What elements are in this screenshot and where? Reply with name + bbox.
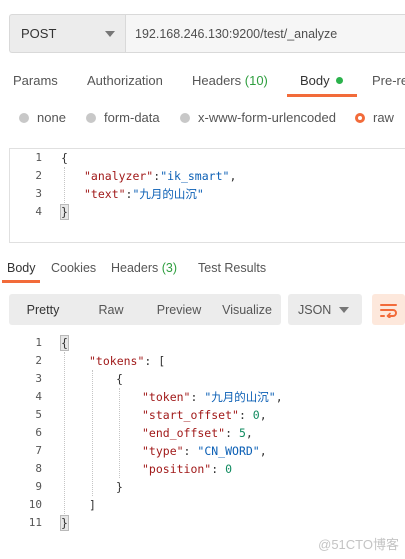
indent-guide	[92, 370, 93, 496]
chevron-down-icon	[105, 30, 115, 37]
tab-headers-count: (10)	[244, 73, 268, 88]
code-tokens-line: "tokens": [	[89, 354, 166, 368]
code-key: "tokens"	[89, 354, 145, 368]
code-string: "ik_smart"	[160, 169, 230, 183]
code-position-line: "position": 0	[142, 462, 233, 476]
watermark: @51CTO博客	[318, 537, 399, 552]
code-key: "analyzer"	[84, 169, 154, 183]
indent-guide	[64, 352, 65, 514]
code-number: 5	[238, 426, 246, 440]
code-object-close: }	[116, 480, 123, 494]
code-start-offset-line: "start_offset": 0,	[142, 408, 267, 422]
view-visualize-button[interactable]: Visualize	[213, 303, 281, 317]
line-number: 1	[35, 336, 42, 349]
wrap-lines-button[interactable]	[372, 294, 405, 325]
line-number: 1	[35, 151, 42, 164]
code-key: "position"	[142, 462, 212, 476]
line-number: 8	[35, 462, 42, 475]
view-pretty-button[interactable]: Pretty	[9, 303, 77, 317]
tab-params[interactable]: Params	[13, 73, 58, 88]
method-select[interactable]: POST	[9, 14, 125, 53]
radio-urlencoded[interactable]: x-www-form-urlencoded	[180, 110, 336, 125]
chevron-down-icon	[339, 306, 349, 313]
line-number: 9	[35, 480, 42, 493]
url-input[interactable]: 192.168.246.130:9200/test/_analyze	[125, 14, 405, 53]
code-array-open: [	[158, 354, 166, 368]
code-number: 0	[225, 462, 233, 476]
tab-body[interactable]: Body	[300, 73, 343, 88]
radio-none[interactable]: none	[19, 110, 66, 125]
format-select-label: JSON	[298, 302, 332, 317]
response-tab-body[interactable]: Body	[7, 261, 36, 275]
response-tab-cookies[interactable]: Cookies	[51, 261, 96, 275]
line-number: 4	[35, 205, 42, 218]
code-string: "九月的山沉"	[204, 390, 276, 404]
matched-bracket: }	[60, 515, 69, 531]
code-token-line: "token": "九月的山沉",	[142, 390, 283, 404]
tab-body-label: Body	[300, 73, 330, 88]
format-select[interactable]: JSON	[288, 294, 362, 325]
response-tab-headers-label: Headers	[111, 261, 159, 275]
matched-bracket: {	[60, 335, 69, 351]
code-close-brace: }	[60, 514, 69, 532]
response-tab-test-results[interactable]: Test Results	[198, 261, 266, 275]
code-key: "end_offset"	[142, 426, 226, 440]
line-number: 2	[35, 169, 42, 182]
code-key: "token"	[142, 390, 191, 404]
active-tab-indicator	[287, 94, 357, 97]
line-number: 2	[35, 354, 42, 367]
line-number: 4	[35, 390, 42, 403]
radio-icon	[19, 112, 29, 123]
code-key: "type"	[142, 444, 184, 458]
tab-authorization[interactable]: Authorization	[87, 73, 163, 88]
code-close-brace: }	[60, 203, 69, 221]
code-key: "text"	[84, 187, 126, 201]
matched-bracket: }	[60, 204, 69, 220]
line-number: 3	[35, 187, 42, 200]
wrap-lines-icon	[379, 303, 397, 318]
view-preview-button[interactable]: Preview	[145, 303, 213, 317]
active-response-tab-indicator	[2, 280, 40, 283]
code-open-brace: {	[61, 151, 68, 165]
code-key: "start_offset"	[142, 408, 239, 422]
code-object-open: {	[116, 372, 123, 386]
code-array-close: ]	[89, 498, 96, 512]
response-tab-headers-count: (3)	[161, 261, 178, 275]
radio-icon	[180, 112, 190, 123]
indent-guide	[119, 388, 120, 478]
indent-guide	[64, 167, 65, 203]
method-label: POST	[21, 26, 57, 41]
radio-raw[interactable]: raw	[355, 110, 394, 125]
radio-form-data-label: form-data	[104, 110, 160, 125]
body-modified-dot-icon	[335, 77, 343, 84]
tab-headers-label: Headers	[192, 73, 242, 88]
line-number: 5	[35, 408, 42, 421]
code-string: "CN_WORD"	[197, 444, 260, 458]
response-tab-headers[interactable]: Headers (3)	[111, 261, 177, 275]
code-type-line: "type": "CN_WORD",	[142, 444, 267, 458]
code-analyzer-line: "analyzer":"ik_smart",	[84, 169, 237, 183]
tab-headers[interactable]: Headers (10)	[192, 73, 268, 88]
code-open-brace: {	[60, 334, 69, 352]
radio-form-data[interactable]: form-data	[86, 110, 160, 125]
radio-icon	[86, 112, 96, 123]
view-raw-button[interactable]: Raw	[77, 303, 145, 317]
line-number: 11	[28, 516, 42, 529]
radio-none-label: none	[37, 110, 66, 125]
code-string: "九月的山沉"	[132, 187, 204, 201]
request-body-editor[interactable]	[9, 148, 405, 243]
url-text: 192.168.246.130:9200/test/_analyze	[135, 26, 338, 41]
radio-selected-icon	[355, 112, 365, 123]
code-number: 0	[252, 408, 260, 422]
code-end-offset-line: "end_offset": 5,	[142, 426, 253, 440]
line-number: 6	[35, 426, 42, 439]
view-mode-group: Pretty Raw Preview Visualize	[9, 294, 281, 325]
line-number: 10	[28, 498, 42, 511]
radio-urlencoded-label: x-www-form-urlencoded	[198, 110, 336, 125]
tab-pre-request[interactable]: Pre-re	[372, 73, 405, 88]
line-number: 7	[35, 444, 42, 457]
code-text-line: "text":"九月的山沉"	[84, 187, 204, 201]
line-number: 3	[35, 372, 42, 385]
radio-raw-label: raw	[373, 110, 394, 125]
